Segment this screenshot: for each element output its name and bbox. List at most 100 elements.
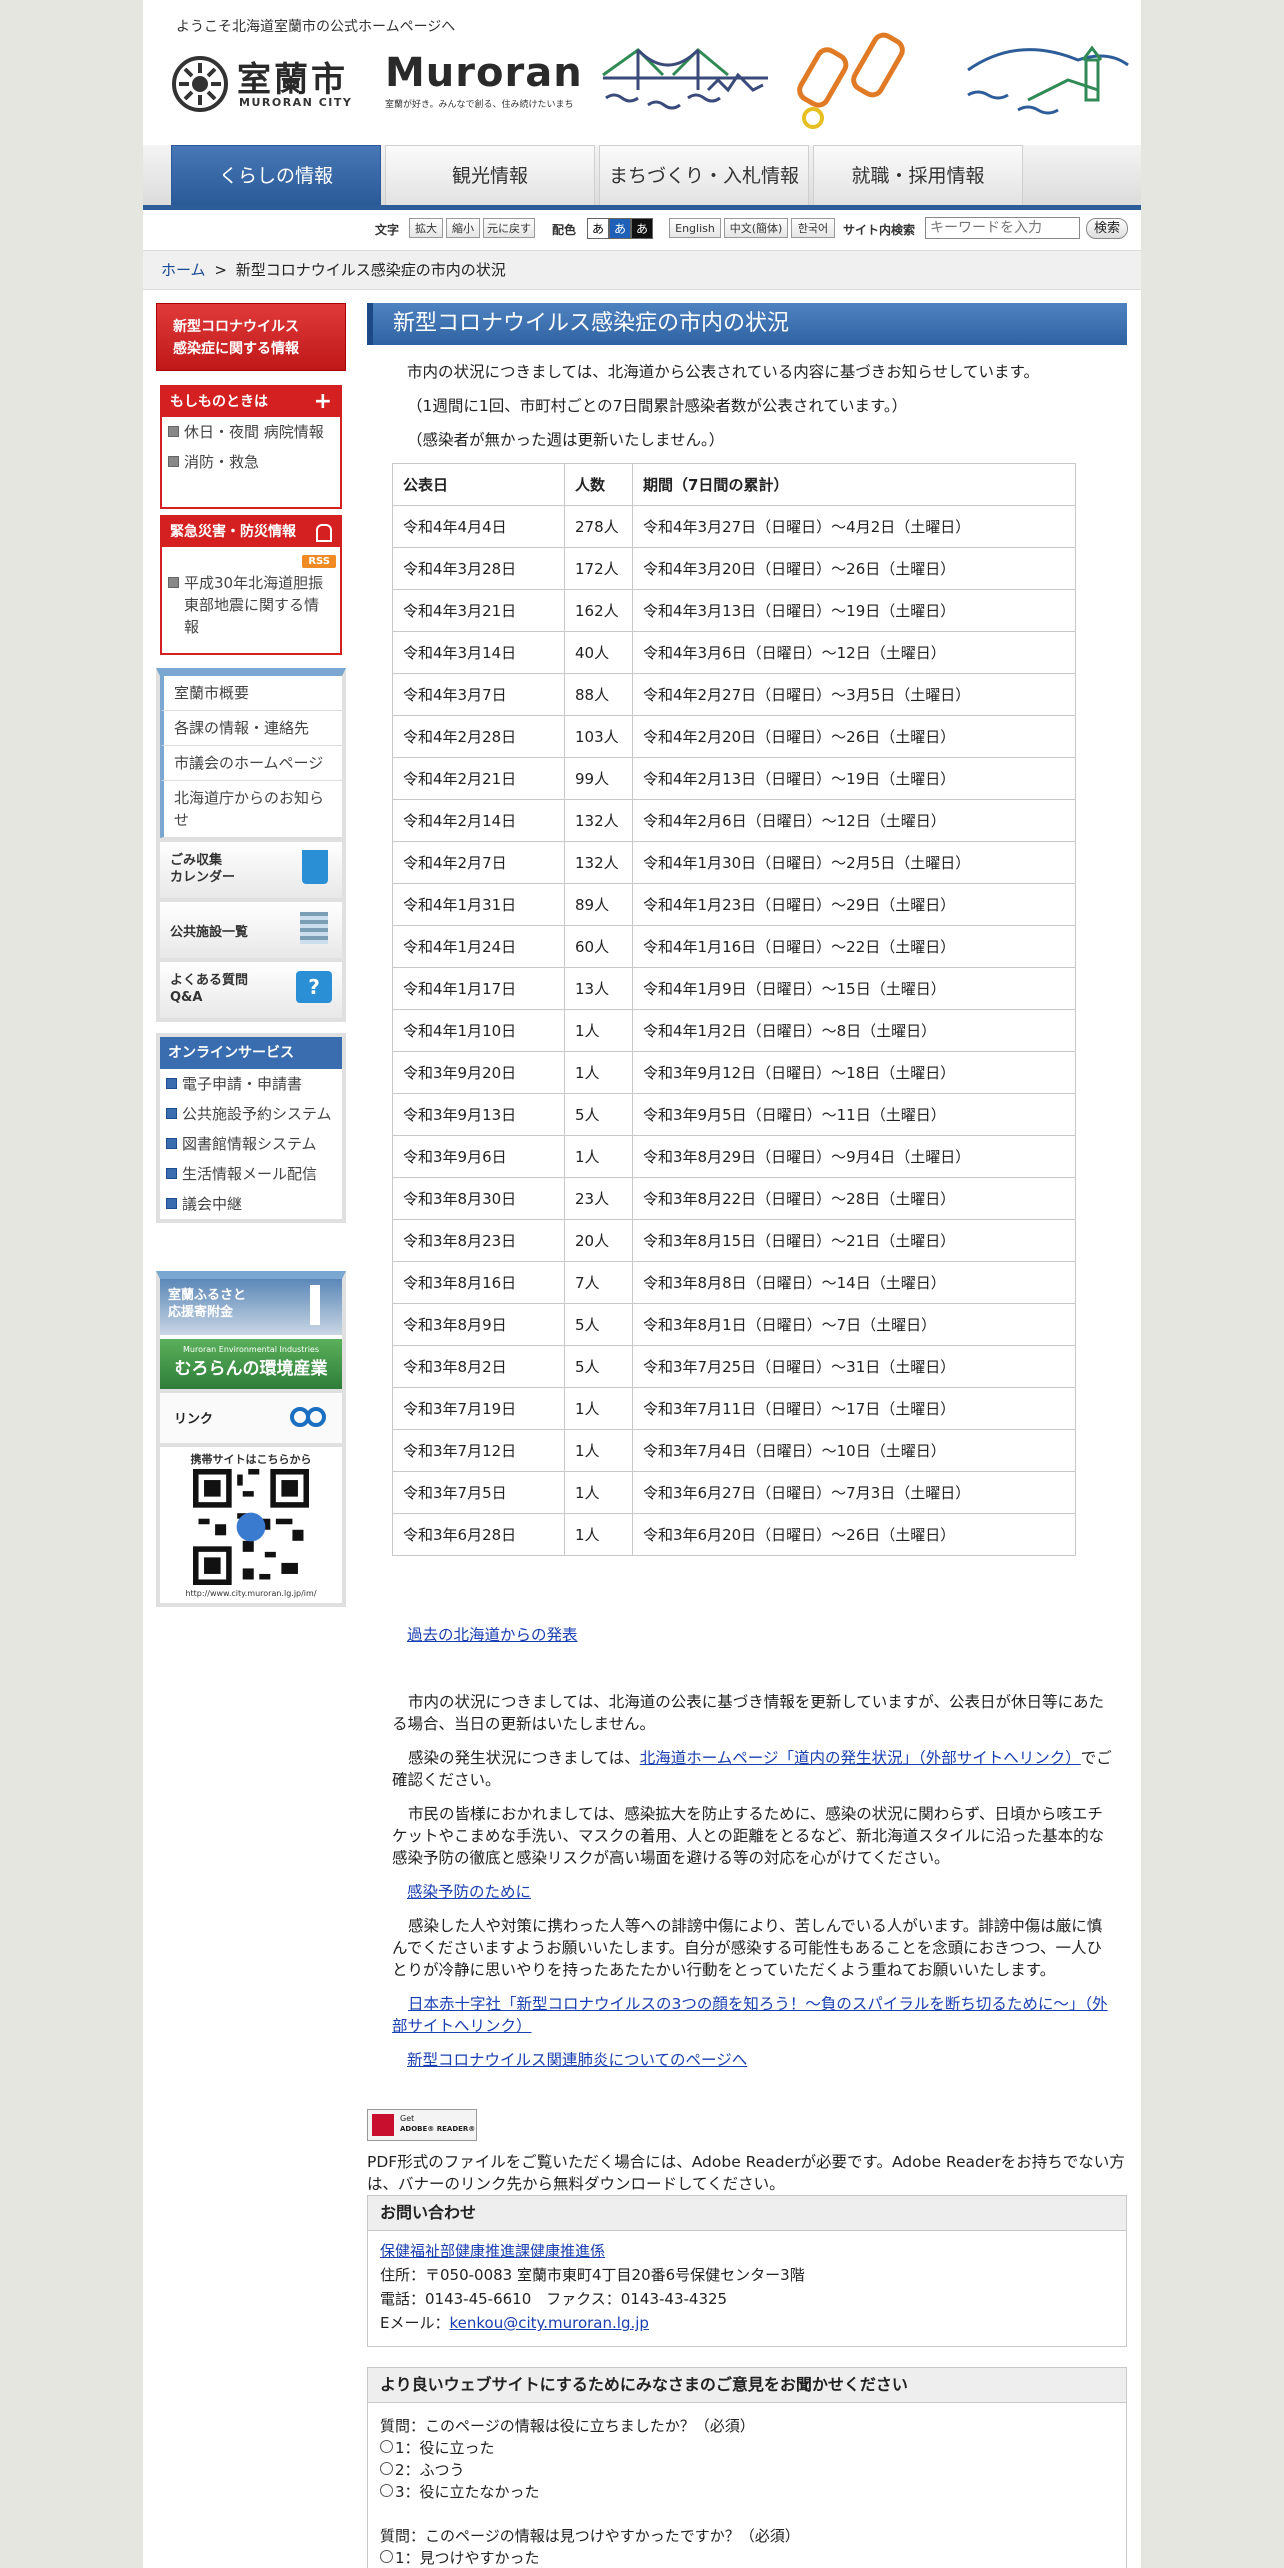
cell-period: 令和3年8月1日（日曜日）～7日（土曜日）	[632, 1303, 1076, 1346]
faq-banner[interactable]: よくある質問 Q&A ?	[160, 958, 342, 1018]
color-white-button[interactable]: あ	[587, 218, 609, 239]
sidebar-item-label: 公共施設予約システム	[182, 1105, 332, 1123]
sidebar-item-departments[interactable]: 各課の情報・連絡先	[160, 711, 342, 746]
city-emblem-icon[interactable]	[171, 55, 229, 113]
sidebar-item-mail-delivery[interactable]: 生活情報メール配信	[160, 1159, 342, 1189]
radio-button[interactable]	[380, 2550, 393, 2563]
english-button[interactable]: English	[669, 218, 721, 238]
radio-button[interactable]	[380, 2484, 393, 2497]
cell-count: 162人	[564, 589, 633, 632]
cell-count: 1人	[564, 1051, 633, 1094]
mobile-site-banner[interactable]: 携帯サイトはこちらから http://www.city.muroran.lg.j…	[160, 1443, 342, 1603]
color-black-button[interactable]: あ	[631, 218, 653, 239]
survey-option[interactable]: 2：ふつう	[380, 2459, 1114, 2481]
cell-count: 7人	[564, 1261, 633, 1304]
radio-button[interactable]	[380, 2462, 393, 2475]
survey-option[interactable]: 3：役に立たなかった	[380, 2481, 1114, 2503]
logo-japanese[interactable]: 室蘭市	[237, 52, 348, 101]
sidebar-item-holiday-hospital[interactable]: 休日・夜間 病院情報	[162, 417, 340, 447]
survey-option[interactable]: 1：見つけやすかった	[380, 2547, 1114, 2568]
sidebar-item-library[interactable]: 図書館情報システム	[160, 1129, 342, 1159]
banner-text: 携帯サイトはこちらから	[190, 1453, 312, 1466]
welcome-text: ようこそ北海道室蘭市の公式ホームページへ	[176, 19, 456, 35]
plus-icon: +	[313, 389, 332, 414]
korean-button[interactable]: 한국어	[791, 218, 835, 238]
email-link[interactable]: kenkou@city.muroran.lg.jp	[449, 2314, 648, 2332]
sidebar-item-facility-reservation[interactable]: 公共施設予約システム	[160, 1099, 342, 1129]
cell-date: 令和3年7月12日	[392, 1429, 565, 1472]
rss-badge[interactable]: RSS	[302, 555, 336, 568]
cases-table: 公表日 人数 期間（7日間の累計） 令和4年4月4日 278人 令和4年3月27日（…	[392, 463, 1076, 1556]
cell-date: 令和4年1月24日	[392, 925, 565, 968]
note-text-4: 感染した人や対策に携わった人等への誹謗中傷により、苦しんでいる人がいます。誹謗中…	[392, 1917, 1103, 1979]
sidebar-item-city-overview[interactable]: 室蘭市概要	[160, 676, 342, 711]
tab-living[interactable]: くらしの情報	[171, 145, 381, 205]
email-label: Eメール：	[380, 2314, 450, 2332]
bullet-icon	[168, 426, 179, 437]
prevention-link[interactable]: 感染予防のために	[407, 1883, 531, 1901]
cell-count: 20人	[564, 1219, 633, 1262]
sidebar-banners: 室蘭ふるさと 応援寄附金 Muroran Environmental Indust…	[156, 1271, 346, 1607]
public-facilities-banner[interactable]: 公共施設一覧	[160, 898, 342, 958]
online-services-heading: オンラインサービス	[160, 1037, 342, 1069]
breadcrumb-home[interactable]: ホーム	[161, 261, 206, 279]
environment-industry-banner[interactable]: Muroran Environmental Industries むろらんの環境…	[160, 1339, 342, 1389]
badge-text: Get	[400, 2114, 415, 2123]
department-link[interactable]: 保健福祉部健康推進課健康推進係	[380, 2242, 605, 2260]
past-announcements-link[interactable]: 過去の北海道からの発表	[407, 1626, 578, 1644]
radio-button[interactable]	[380, 2440, 393, 2453]
cell-count: 278人	[564, 505, 633, 548]
logo-english[interactable]: Muroran	[385, 50, 583, 96]
bullet-icon	[166, 1078, 177, 1089]
sidebar-item-hokkaido-notice[interactable]: 北海道庁からのお知らせ	[160, 781, 342, 838]
cell-date: 令和3年9月6日	[392, 1135, 565, 1178]
adobe-reader-badge[interactable]: Get ADOBE® READER®	[367, 2109, 477, 2141]
corona-info-button[interactable]: 新型コロナウイルス 感染症に関する情報	[156, 303, 346, 371]
pneumonia-page-link[interactable]: 新型コロナウイルス関連肺炎についてのページへ	[407, 2051, 747, 2069]
page-title: 新型コロナウイルス感染症の市内の状況	[367, 303, 1127, 345]
sidebar-item-label: 議会中継	[182, 1195, 243, 1213]
banner-text: 公共施設一覧	[170, 925, 249, 940]
sidebar-item-earthquake[interactable]: 平成30年北海道胆振東部地震に関する情報	[162, 568, 340, 642]
cell-date: 令和4年1月31日	[392, 883, 565, 926]
bullet-icon	[168, 577, 179, 588]
red-cross-link[interactable]: 日本赤十字社「新型コロナウイルスの3つの顔を知ろう！～負のスパイラルを断ち切るた…	[392, 1995, 1108, 2035]
sidebar-item-council-stream[interactable]: 議会中継	[160, 1189, 342, 1219]
reset-size-button[interactable]: 元に戻す	[483, 218, 535, 238]
table-row: 令和4年1月24日 60人 令和4年1月16日（日曜日）～22日（土曜日）	[392, 925, 1076, 968]
chinese-button[interactable]: 中文(簡体)	[724, 218, 788, 238]
cell-period: 令和4年2月20日（日曜日）～26日（土曜日）	[632, 715, 1076, 758]
survey-question-2: 質問：このページの情報は見つけやすかったですか？（必須）	[380, 2527, 800, 2545]
cell-count: 103人	[564, 715, 633, 758]
color-blue-button[interactable]: あ	[609, 218, 631, 239]
sidebar-item-city-council[interactable]: 市議会のホームページ	[160, 746, 342, 781]
tab-tourism[interactable]: 観光情報	[385, 145, 595, 205]
table-row: 令和3年6月28日 1人 令和3年6月20日（日曜日）～26日（土曜日）	[392, 1513, 1076, 1556]
table-row: 令和4年2月21日 99人 令和4年2月13日（日曜日）～19日（土曜日）	[392, 757, 1076, 800]
tab-employment[interactable]: 就職・採用情報	[813, 145, 1023, 205]
garbage-calendar-banner[interactable]: ごみ収集 カレンダー	[160, 838, 342, 898]
table-row: 令和4年3月28日 172人 令和4年3月20日（日曜日）～26日（土曜日）	[392, 547, 1076, 590]
sidebar-item-fire-ambulance[interactable]: 消防・救急	[162, 447, 340, 477]
zoom-in-button[interactable]: 拡大	[409, 218, 443, 238]
furusato-banner[interactable]: 室蘭ふるさと 応援寄附金	[160, 1279, 342, 1335]
sidebar-item-e-application[interactable]: 電子申請・申請書	[160, 1069, 342, 1099]
banner-text: むろらんの環境産業	[174, 1359, 328, 1379]
banner-text: Q&A	[170, 990, 203, 1005]
contact-phone: 電話：0143-45-6610 ファクス：0143-43-4325	[380, 2290, 728, 2308]
zoom-out-button[interactable]: 縮小	[446, 218, 480, 238]
cell-date: 令和4年2月21日	[392, 757, 565, 800]
search-button[interactable]: 検索	[1086, 218, 1128, 239]
links-banner[interactable]: リンク	[160, 1389, 342, 1443]
table-row: 令和4年1月31日 89人 令和4年1月23日（日曜日）～29日（土曜日）	[392, 883, 1076, 926]
cell-date: 令和4年3月28日	[392, 547, 565, 590]
cell-period: 令和4年1月9日（日曜日）～15日（土曜日）	[632, 967, 1076, 1010]
search-input[interactable]	[925, 217, 1080, 239]
note-2-prefix: 感染の発生状況につきましては、	[408, 1749, 640, 1767]
survey-option[interactable]: 1：役に立った	[380, 2437, 1114, 2459]
table-row: 令和3年8月23日 20人 令和3年8月15日（日曜日）～21日（土曜日）	[392, 1219, 1076, 1262]
tab-town-planning[interactable]: まちづくり・入札情報	[599, 145, 809, 205]
hokkaido-status-link[interactable]: 北海道ホームページ「道内の発生状況」（外部サイトへリンク）	[640, 1749, 1081, 1767]
cell-period: 令和4年2月13日（日曜日）～19日（土曜日）	[632, 757, 1076, 800]
banner-text: カレンダー	[170, 870, 236, 885]
